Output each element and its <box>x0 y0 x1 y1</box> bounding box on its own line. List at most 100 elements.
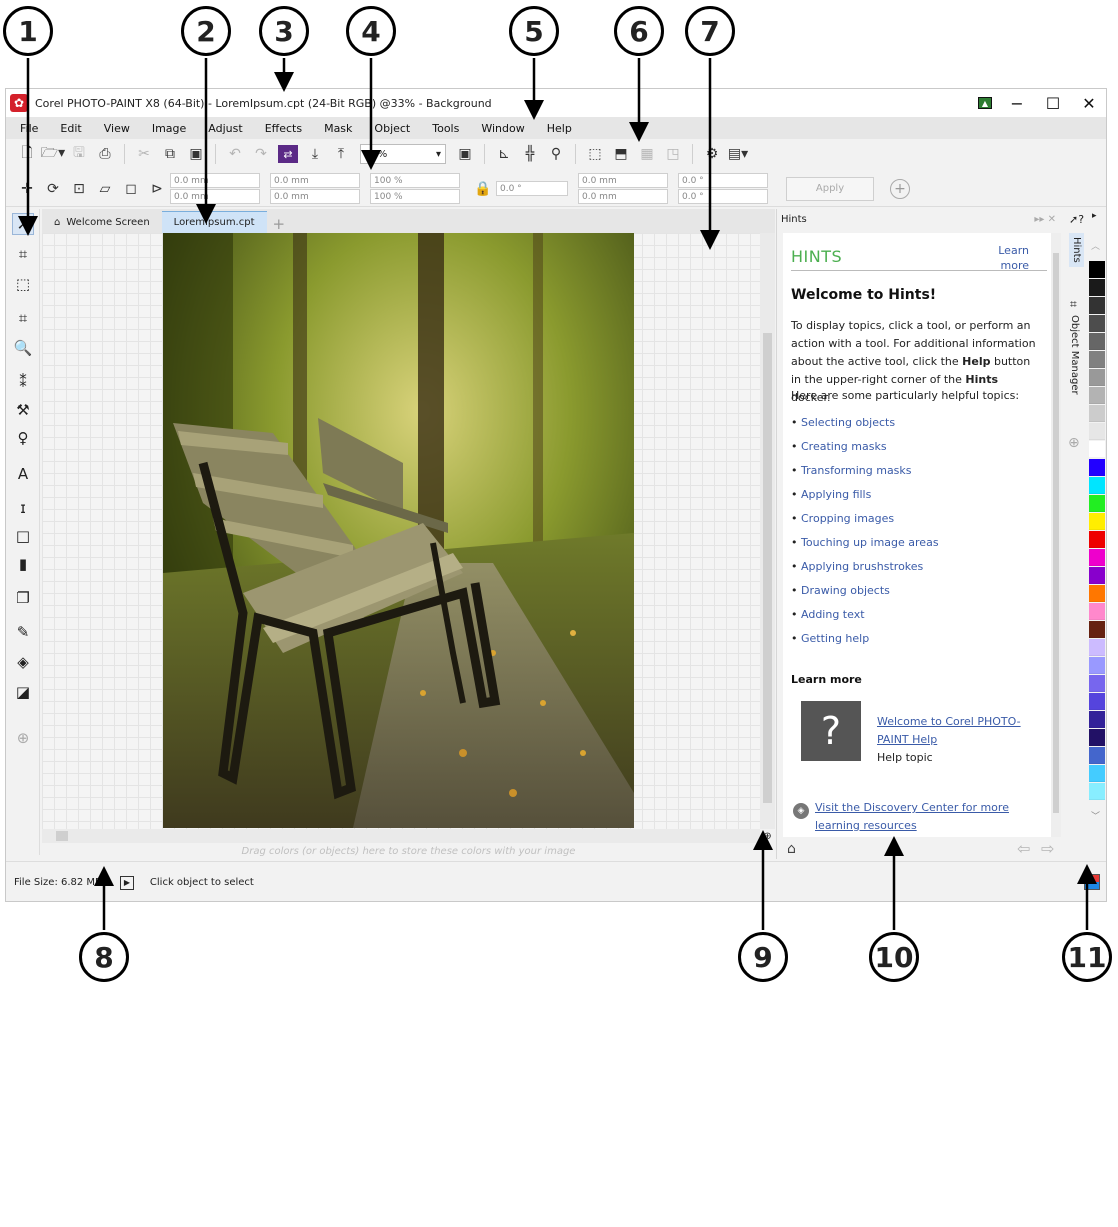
menu-adjust[interactable]: Adjust <box>208 122 242 135</box>
palette-scroll-down-icon[interactable]: ﹀ <box>1091 809 1100 822</box>
docker-controls-icon[interactable]: ▸▸ ✕ <box>1034 214 1056 225</box>
color-swatch[interactable] <box>1089 711 1105 728</box>
crop-tool-icon[interactable]: ⌗ <box>12 307 34 329</box>
color-swatch[interactable] <box>1089 405 1105 422</box>
add-docker-icon[interactable]: ⊕ <box>1068 435 1080 451</box>
launch-icon[interactable]: ▤▾ <box>725 143 751 165</box>
menu-window[interactable]: Window <box>481 122 524 135</box>
forward-arrow-icon[interactable]: ⇨ <box>1041 839 1054 858</box>
topic-link[interactable]: • Getting help <box>791 627 1041 651</box>
help-link[interactable]: Welcome to Corel PHOTO-PAINT Help <box>877 713 1037 749</box>
rectangle-tool-icon[interactable]: □ <box>12 525 34 547</box>
hints-scrollbar[interactable] <box>1051 233 1061 837</box>
maximize-button[interactable]: ☐ <box>1042 92 1064 114</box>
color-swatches-icon[interactable]: ◪ <box>12 681 34 703</box>
color-swatch[interactable] <box>1089 747 1105 764</box>
eyedropper-icon[interactable]: ✎ <box>12 621 34 643</box>
apply-button[interactable]: Apply <box>786 176 874 201</box>
scale-height-field[interactable]: 100 % <box>370 189 460 204</box>
fill-tool-icon[interactable]: ◈ <box>12 651 34 673</box>
mask-marquee-icon[interactable]: ⬚ <box>582 143 608 165</box>
save-icon[interactable]: 🖫 <box>66 143 92 165</box>
color-swatch[interactable] <box>1089 261 1105 278</box>
object-manager-icon[interactable]: ⌗ <box>1070 297 1077 312</box>
back-arrow-icon[interactable]: ⇦ <box>1017 839 1030 858</box>
topic-link[interactable]: • Drawing objects <box>791 579 1041 603</box>
height-field[interactable]: 0.0 mm <box>270 189 360 204</box>
color-swatch[interactable] <box>1089 369 1105 386</box>
undo-icon[interactable]: ↶ <box>222 143 248 165</box>
paste-icon[interactable]: ▣ <box>183 143 209 165</box>
color-swatch[interactable] <box>1089 459 1105 476</box>
topic-link[interactable]: • Creating masks <box>791 435 1041 459</box>
rectangle-mask-icon[interactable]: ⬚ <box>12 273 34 295</box>
tab-welcome-screen[interactable]: ⌂ Welcome Screen <box>42 211 162 233</box>
color-swatch[interactable] <box>1089 585 1105 602</box>
close-button[interactable]: ✕ <box>1078 92 1100 114</box>
drop-shadow-icon[interactable]: ❐ <box>12 587 34 609</box>
menu-file[interactable]: File <box>20 122 38 135</box>
skew-y-field[interactable]: 0.0 ° <box>678 189 768 204</box>
corel-connect-icon[interactable]: ⇄ <box>278 145 298 163</box>
home-icon[interactable]: ⌂ <box>787 841 796 857</box>
scale-icon[interactable]: ⊡ <box>66 178 92 200</box>
import-icon[interactable]: ⤓ <box>302 143 328 165</box>
scale-width-field[interactable]: 100 % <box>370 173 460 188</box>
palette-arrow-icon[interactable]: ▸ <box>1092 211 1097 221</box>
rotation-center-y-field[interactable]: 0.0 mm <box>578 189 668 204</box>
open-icon[interactable]: 🗁▾ <box>40 143 66 165</box>
color-swatch[interactable] <box>1089 675 1105 692</box>
topic-link[interactable]: • Applying brushstrokes <box>791 555 1041 579</box>
menu-mask[interactable]: Mask <box>324 122 352 135</box>
topic-link[interactable]: • Cropping images <box>791 507 1041 531</box>
color-swatch[interactable] <box>1089 621 1105 638</box>
color-swatch[interactable] <box>1089 567 1105 584</box>
red-eye-icon[interactable]: ⁑ <box>12 371 34 393</box>
rotation-center-x-field[interactable]: 0.0 mm <box>578 173 668 188</box>
color-swatch[interactable] <box>1089 639 1105 656</box>
skew-x-field[interactable]: 0.0 ° <box>678 173 768 188</box>
width-field[interactable]: 0.0 mm <box>270 173 360 188</box>
menu-object[interactable]: Object <box>374 122 410 135</box>
new-tab-icon[interactable]: + <box>267 215 292 233</box>
color-swatch[interactable] <box>1089 495 1105 512</box>
clone-tool-icon[interactable]: ⚒ <box>12 399 34 421</box>
menu-edit[interactable]: Edit <box>60 122 81 135</box>
topic-link[interactable]: • Applying fills <box>791 483 1041 507</box>
color-swatch[interactable] <box>1089 693 1105 710</box>
topic-link[interactable]: • Touching up image areas <box>791 531 1041 555</box>
full-screen-icon[interactable]: ▣ <box>452 143 478 165</box>
discovery-center-link[interactable]: Visit the Discovery Center for more lear… <box>815 799 1051 835</box>
perspective-icon[interactable]: ⊳ <box>144 178 170 200</box>
lock-icon[interactable]: 🔒 <box>470 178 496 200</box>
color-swatch[interactable] <box>1089 297 1105 314</box>
status-menu-icon[interactable]: ▶ <box>119 875 134 890</box>
color-swatch[interactable] <box>1089 387 1105 404</box>
smear-tool-icon[interactable]: ♀ <box>12 427 34 449</box>
minimize-button[interactable]: − <box>1006 92 1028 114</box>
palette-scroll-up-icon[interactable]: ︿ <box>1091 239 1100 252</box>
freehand-mask-icon[interactable]: ⌗ <box>12 243 34 265</box>
add-icon[interactable]: + <box>890 178 910 199</box>
zoom-level-select[interactable]: 33% ▾ <box>360 144 446 164</box>
print-icon[interactable]: ⎙ <box>92 143 118 165</box>
menu-view[interactable]: View <box>104 122 130 135</box>
snap-icon[interactable]: ⚲ <box>543 143 569 165</box>
color-swatch[interactable] <box>1089 603 1105 620</box>
new-document-icon[interactable]: 🗋 <box>14 143 40 165</box>
x-field[interactable]: 0.0 mm <box>170 173 260 188</box>
menu-tools[interactable]: Tools <box>432 122 459 135</box>
tab-loremipsum[interactable]: LoremIpsum.cpt <box>161 211 267 233</box>
add-tool-icon[interactable]: ⊕ <box>12 727 34 749</box>
color-swatch[interactable] <box>1089 477 1105 494</box>
color-swatch[interactable] <box>1089 531 1105 548</box>
account-icon[interactable]: ▲ <box>978 97 992 109</box>
angle-field[interactable]: 0.0 ° <box>496 181 568 196</box>
distort-icon[interactable]: ◻ <box>118 178 144 200</box>
y-field[interactable]: 0.0 mm <box>170 189 260 204</box>
topic-link[interactable]: • Adding text <box>791 603 1041 627</box>
color-swatch[interactable] <box>1089 783 1105 800</box>
pick-help-icon[interactable]: ➚? <box>1069 213 1084 226</box>
export-icon[interactable]: ⤒ <box>328 143 354 165</box>
color-management-icon[interactable] <box>1084 874 1100 890</box>
